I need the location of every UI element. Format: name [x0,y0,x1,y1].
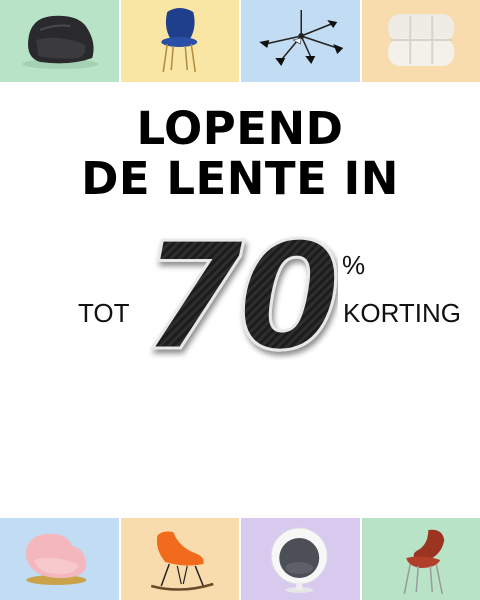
headline: LOPEND DE LENTE IN [0,104,480,204]
headline-line-2: DE LENTE IN [81,152,399,205]
bottom-product-strip [0,518,480,600]
product-tile-sofa-module[interactable] [361,0,480,82]
product-tile-dining-chair[interactable] [120,0,239,82]
product-tile-pendant-lamp[interactable] [241,0,360,82]
headline-line-1: LOPEND [136,102,344,155]
discount-number: 70 [140,230,338,360]
product-tile-lounge-chair[interactable] [0,0,119,82]
top-product-strip [0,0,480,82]
dining-chair-icon [160,8,197,73]
pink-armchair-icon [26,533,87,585]
pendant-lamp-icon [259,10,344,66]
percent-sign: % [342,250,366,280]
red-chair-icon [403,529,444,595]
offer-suffix: KORTING [343,298,461,328]
sofa-module-icon [387,14,454,66]
product-tile-red-chair[interactable] [361,518,480,600]
ball-chair-icon [270,527,328,593]
product-tile-rocking-chair[interactable] [120,518,239,600]
rocking-chair-icon [150,531,214,591]
product-tile-pink-armchair[interactable] [0,518,119,600]
discount-number-text: 70 [141,230,336,360]
product-tile-ball-chair[interactable] [241,518,360,600]
lounge-chair-icon [22,15,99,69]
offer-prefix: TOT [78,298,130,328]
